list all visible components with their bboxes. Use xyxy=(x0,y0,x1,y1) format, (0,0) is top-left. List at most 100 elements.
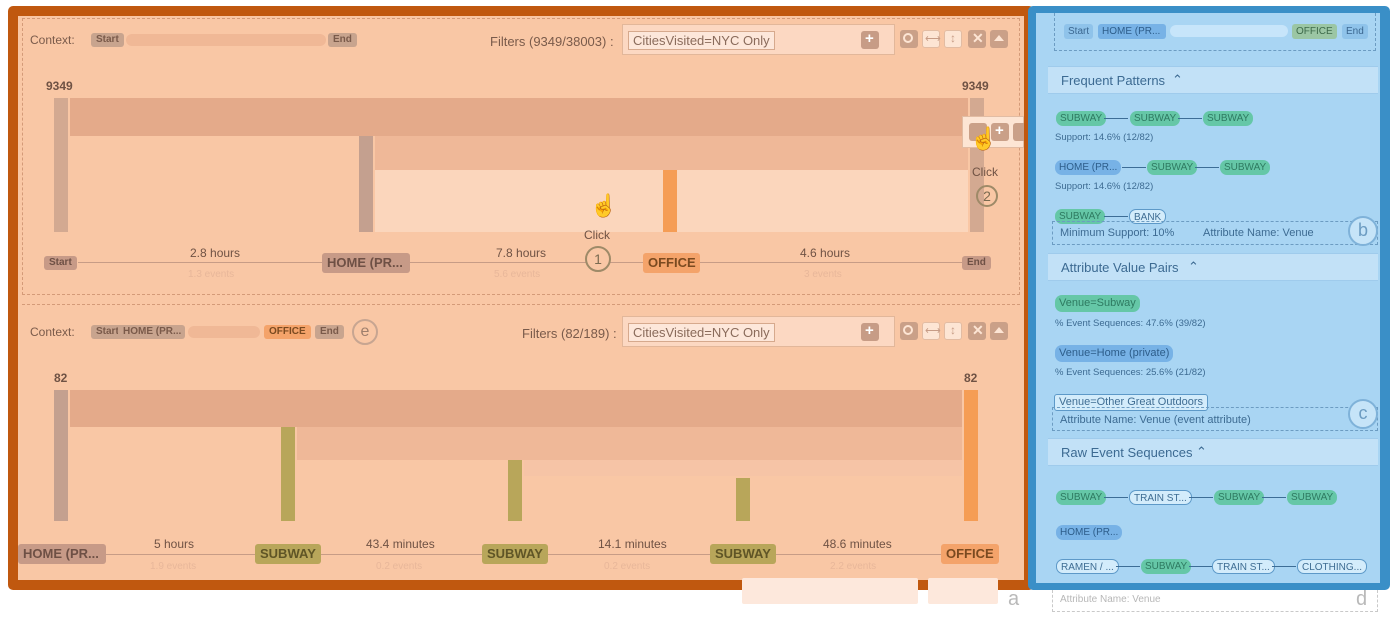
view1-node-end[interactable]: End xyxy=(962,256,991,270)
view2-bar-subway-3[interactable] xyxy=(736,478,750,521)
view2-filter-chip[interactable]: CitiesVisited=NYC Only xyxy=(628,323,775,342)
view1-close-button[interactable]: ✕ xyxy=(968,30,986,48)
view1-bar-home[interactable] xyxy=(359,136,373,232)
view2-collapse-button[interactable] xyxy=(990,322,1008,340)
view2-node-subway-1[interactable]: SUBWAY xyxy=(255,544,321,564)
view1-context-start[interactable]: Start xyxy=(91,33,124,47)
res1-event-2[interactable]: TRAIN ST... xyxy=(1129,490,1192,505)
clock-icon xyxy=(903,33,913,43)
view1-clock-button[interactable] xyxy=(900,30,918,48)
view1-hover-more-button[interactable] xyxy=(1013,123,1024,141)
view1-timeline xyxy=(78,262,968,263)
top-context-home[interactable]: HOME (PR... xyxy=(1098,24,1166,39)
view2-context-end[interactable]: End xyxy=(315,325,344,339)
top-context-start[interactable]: Start xyxy=(1064,24,1094,39)
attribute-value-pairs-header[interactable]: Attribute Value Pairs ⌃ xyxy=(1048,253,1378,281)
view2-context-track xyxy=(188,326,260,338)
view1-filter-box[interactable]: CitiesVisited=NYC Only + xyxy=(622,24,895,55)
view1-hstretch-button[interactable]: ⟷ xyxy=(922,30,941,48)
fp-min-support[interactable]: Minimum Support: 10% xyxy=(1060,227,1174,239)
fp2-event-1[interactable]: HOME (PR... xyxy=(1055,160,1122,175)
res1-event-3[interactable]: SUBWAY xyxy=(1214,490,1265,505)
frequent-patterns-header[interactable]: Frequent Patterns ⌃ xyxy=(1048,66,1378,94)
fp1-connector-2 xyxy=(1178,118,1202,119)
view2-duration-2: 43.4 minutes xyxy=(366,537,435,551)
view2-context-home[interactable]: HOME (PR... xyxy=(118,325,185,339)
view2-bar-home[interactable] xyxy=(54,390,68,521)
res3-event-2[interactable]: SUBWAY xyxy=(1141,559,1192,574)
res-attr-name[interactable]: Attribute Name: Venue xyxy=(1060,594,1161,605)
view1-add-filter-button[interactable]: + xyxy=(861,30,879,49)
view1-bar-start[interactable] xyxy=(54,98,68,232)
res2-event-1[interactable]: HOME (PR... xyxy=(1056,525,1123,540)
view2-events-2: 0.2 events xyxy=(376,561,423,572)
panel-a-inner: Context: Start End Filters (9349/38003) … xyxy=(18,16,1024,580)
view2-close-button[interactable]: ✕ xyxy=(968,322,986,340)
clock-icon xyxy=(903,325,913,335)
view2-bar-subway-1[interactable] xyxy=(281,427,295,521)
view2-context-label: Context: xyxy=(30,325,75,339)
view1-band-mid[interactable] xyxy=(375,136,968,170)
view1-context-end[interactable]: End xyxy=(328,33,357,47)
view1-node-home[interactable]: HOME (PR... xyxy=(322,253,410,273)
avp2-value[interactable]: Venue=Home (private) xyxy=(1055,345,1174,362)
view2-bar-subway-2[interactable] xyxy=(508,460,522,521)
view1-marker2: 2 xyxy=(976,185,998,207)
view1-node-office[interactable]: OFFICE xyxy=(643,253,700,273)
horizontal-arrows-icon: ⟷ xyxy=(925,33,941,45)
view2-filter-box[interactable]: CitiesVisited=NYC Only + xyxy=(622,316,895,347)
fp1-event-3[interactable]: SUBWAY xyxy=(1203,111,1254,126)
caret-up-icon xyxy=(994,35,1004,41)
view2-node-home[interactable]: HOME (PR... xyxy=(18,544,106,564)
view2-vstretch-button[interactable]: ↕ xyxy=(944,322,962,340)
avp1-value[interactable]: Venue=Subway xyxy=(1055,295,1140,312)
view1-context-label: Context: xyxy=(30,33,75,47)
view2-band-2[interactable] xyxy=(297,427,962,460)
view2-count-left: 82 xyxy=(54,371,68,385)
fp2-connector-2 xyxy=(1195,167,1219,168)
fp2-event-3[interactable]: SUBWAY xyxy=(1220,160,1271,175)
fp-attr-name[interactable]: Attribute Name: Venue xyxy=(1203,227,1314,239)
top-context-office[interactable]: OFFICE xyxy=(1292,24,1337,39)
faded-button-2[interactable] xyxy=(928,578,998,604)
top-context-end[interactable]: End xyxy=(1342,24,1368,39)
res3-event-3[interactable]: TRAIN ST... xyxy=(1212,559,1275,574)
view2-clock-button[interactable] xyxy=(900,322,918,340)
faded-button-1[interactable] xyxy=(742,578,918,604)
view2-context-office[interactable]: OFFICE xyxy=(264,325,311,339)
view1: Context: Start End Filters (9349/38003) … xyxy=(18,16,1024,298)
res3-event-1[interactable]: RAMEN / ... xyxy=(1056,559,1119,574)
res1-event-1[interactable]: SUBWAY xyxy=(1056,490,1107,505)
fp1-event-1[interactable]: SUBWAY xyxy=(1056,111,1107,126)
close-icon: ✕ xyxy=(972,322,984,338)
view2-band-1[interactable] xyxy=(70,390,962,427)
raw-event-sequences-header[interactable]: Raw Event Sequences ⌃ xyxy=(1048,438,1378,466)
res1-event-4[interactable]: SUBWAY xyxy=(1287,490,1338,505)
view1-bar-office[interactable] xyxy=(663,170,677,232)
view1-collapse-button[interactable] xyxy=(990,30,1008,48)
view2-bar-office[interactable] xyxy=(964,390,978,521)
view1-marker1: 1 xyxy=(585,246,611,272)
fp1-event-2[interactable]: SUBWAY xyxy=(1130,111,1181,126)
view2-node-subway-3[interactable]: SUBWAY xyxy=(710,544,776,564)
view2-node-office[interactable]: OFFICE xyxy=(941,544,999,564)
view1-events-3: 3 events xyxy=(804,269,842,280)
chevron-up-icon: ⌃ xyxy=(1172,72,1183,87)
view1-events-1: 1.3 events xyxy=(188,269,235,280)
view1-band-outer[interactable] xyxy=(70,98,968,136)
view2-events-4: 2.2 events xyxy=(830,561,877,572)
view1-node-start[interactable]: Start xyxy=(44,256,77,270)
horizontal-arrows-icon: ⟷ xyxy=(925,325,941,337)
view1-vstretch-button[interactable]: ↕ xyxy=(944,30,962,48)
view2-band-3[interactable] xyxy=(524,460,962,476)
view2-events-1: 1.9 events xyxy=(150,561,197,572)
avp-attr-name[interactable]: Attribute Name: Venue (event attribute) xyxy=(1060,414,1251,426)
view1-filter-chip[interactable]: CitiesVisited=NYC Only xyxy=(628,31,775,50)
res3-event-4[interactable]: CLOTHING... xyxy=(1297,559,1368,574)
view2-node-subway-2[interactable]: SUBWAY xyxy=(482,544,548,564)
plus-icon: + xyxy=(865,322,874,339)
view2-add-filter-button[interactable]: + xyxy=(861,322,879,341)
fp2-event-2[interactable]: SUBWAY xyxy=(1147,160,1198,175)
avp2-pct: % Event Sequences: 25.6% (21/82) xyxy=(1055,367,1206,378)
view2-hstretch-button[interactable]: ⟷ xyxy=(922,322,941,340)
